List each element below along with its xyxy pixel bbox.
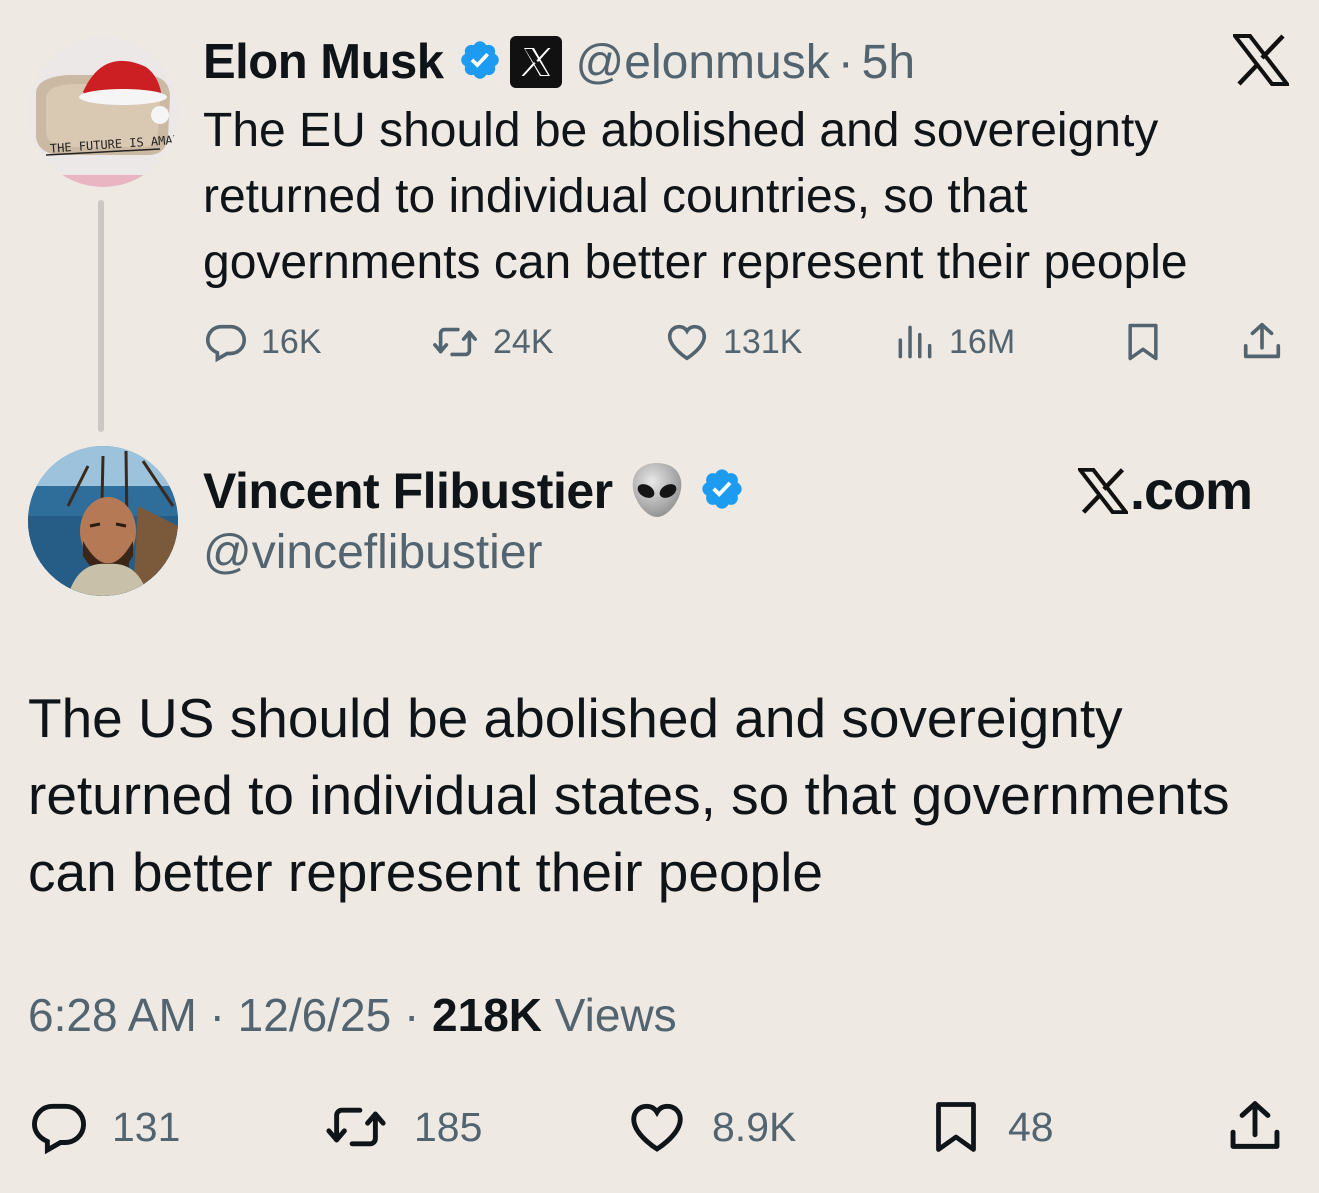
tweet-time-ago[interactable]: 5h: [862, 35, 915, 90]
heart-icon: [631, 1103, 683, 1152]
main-tweet-text: The US should be abolished and sovereign…: [28, 687, 1230, 903]
avatar-image: THE FUTURE IS AMAZING: [28, 37, 178, 187]
share-button[interactable]: [1224, 1092, 1286, 1162]
tweet-time[interactable]: 6:28 AM: [28, 989, 197, 1041]
like-count: 8.9K: [712, 1103, 797, 1150]
heart-icon: [667, 324, 707, 361]
reply-icon: [32, 1103, 86, 1155]
avatar-image: [28, 446, 178, 596]
x-logo-icon: [1078, 468, 1128, 514]
author-handle[interactable]: @vinceflibustier: [203, 525, 543, 580]
repost-icon: [326, 1107, 386, 1147]
verified-badge-icon: [458, 38, 502, 87]
alien-emoji-icon: [629, 459, 685, 524]
main-tweet-header: Vincent Flibustier: [203, 458, 745, 524]
bookmark-button[interactable]: 48: [926, 1092, 1054, 1162]
tweet-metadata: 6:28 AM · 12/6/25 · 218K Views: [28, 988, 677, 1042]
share-button[interactable]: [1239, 312, 1285, 372]
views-label: Views: [554, 989, 677, 1041]
avatar-vincent-flibustier[interactable]: [28, 446, 178, 596]
author-name[interactable]: Elon Musk: [203, 34, 444, 90]
share-icon: [1243, 322, 1281, 359]
like-button[interactable]: 131K: [663, 312, 802, 372]
views-chart-icon: [898, 325, 932, 359]
author-name[interactable]: Vincent Flibustier: [203, 462, 613, 520]
views-count: 218K: [432, 989, 543, 1041]
bookmark-icon: [1128, 323, 1158, 361]
views-count: 16M: [949, 322, 1016, 361]
like-button[interactable]: 8.9K: [624, 1092, 796, 1162]
views-button[interactable]: 16M: [893, 312, 1015, 372]
like-count: 131K: [723, 322, 803, 361]
bookmark-button[interactable]: [1121, 312, 1165, 372]
repost-icon: [433, 327, 477, 357]
x-logo-icon: [1230, 34, 1292, 91]
separator-dot: ·: [209, 989, 225, 1041]
x-com-logo: .com: [1078, 458, 1253, 524]
x-com-text: .com: [1130, 461, 1253, 521]
avatar-elon-musk[interactable]: THE FUTURE IS AMAZING: [28, 37, 178, 187]
separator-dot: ·: [403, 989, 420, 1041]
main-tweet-actions: 131 185 8.9K 48: [28, 1092, 1298, 1162]
reply-icon: [205, 324, 247, 363]
share-icon: [1230, 1101, 1280, 1149]
reply-button[interactable]: 16K: [203, 312, 322, 372]
separator-dot: ·: [837, 35, 854, 89]
quoted-tweet-text: The EU should be abolished and sovereign…: [203, 104, 1188, 289]
repost-button[interactable]: 185: [320, 1092, 482, 1162]
thread-connector-line: [98, 200, 104, 432]
repost-button[interactable]: 24K: [429, 312, 554, 372]
bookmark-icon: [936, 1102, 976, 1152]
x-affiliate-badge-icon: [509, 36, 562, 88]
repost-count: 185: [414, 1103, 483, 1150]
bookmark-count: 48: [1008, 1103, 1054, 1150]
reply-button[interactable]: 131: [28, 1092, 180, 1162]
reply-count: 131: [112, 1103, 181, 1150]
quoted-tweet-header: Elon Musk @elonmusk · 5h: [203, 32, 915, 92]
repost-count: 24K: [493, 322, 554, 361]
author-handle[interactable]: @elonmusk: [576, 35, 830, 90]
tweet-date[interactable]: 12/6/25: [238, 989, 391, 1041]
verified-badge-icon: [699, 466, 745, 517]
quoted-tweet-actions: 16K 24K 131K 16M: [203, 312, 1293, 372]
reply-count: 16K: [261, 322, 322, 361]
